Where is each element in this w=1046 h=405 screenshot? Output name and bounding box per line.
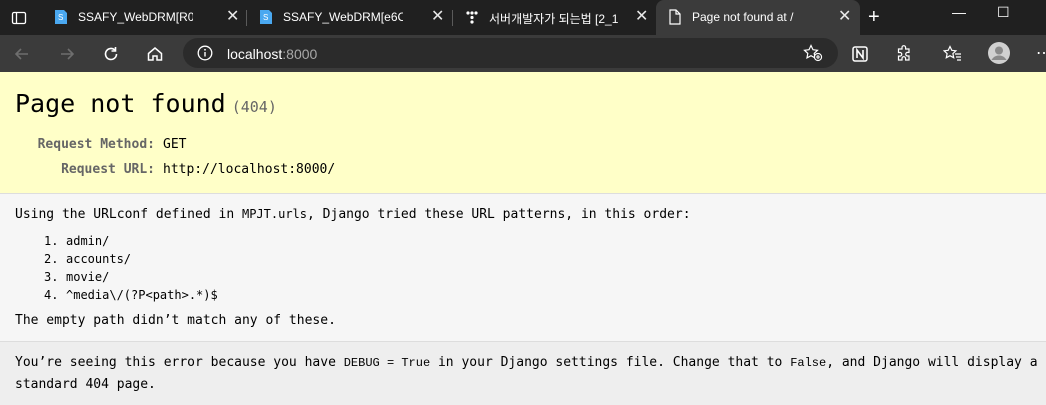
page-title: Page not found (404) bbox=[15, 89, 277, 118]
minimize-icon[interactable]: — bbox=[952, 4, 966, 20]
list-item: 3. movie/ bbox=[44, 268, 218, 286]
tab-ssafy-r0c[interactable]: S SSAFY_WebDRM[R0C] ✕ bbox=[42, 0, 246, 35]
refresh-icon[interactable] bbox=[99, 42, 123, 66]
notion-extension-icon[interactable] bbox=[849, 43, 871, 65]
svg-text:S: S bbox=[263, 13, 268, 22]
svg-text:S: S bbox=[58, 13, 63, 22]
tab-title: SSAFY_WebDRM[e6C] bbox=[283, 10, 403, 24]
browser-toolbar: localhost:8000 ⋯ bbox=[0, 35, 1046, 72]
close-tab-icon[interactable]: ✕ bbox=[226, 8, 239, 26]
list-item: 1. admin/ bbox=[44, 232, 218, 250]
extensions-icon[interactable] bbox=[893, 43, 915, 65]
pattern-text: accounts/ bbox=[66, 252, 132, 266]
ssafy-favicon-icon: S bbox=[259, 9, 273, 25]
explanation-text: You’re seeing this error because you hav… bbox=[15, 352, 1043, 395]
close-tab-icon[interactable]: ✕ bbox=[838, 8, 851, 26]
no-match-message: The empty path didn’t match any of these… bbox=[15, 313, 336, 328]
maximize-icon[interactable]: ☐ bbox=[997, 4, 1010, 21]
list-item: 4. ^media\/(?P<path>.*)$ bbox=[44, 286, 218, 304]
pattern-number: 1. bbox=[44, 234, 59, 248]
address-bar[interactable]: localhost:8000 bbox=[183, 38, 838, 68]
page-content: Page not found (404) Request Method: GET R… bbox=[0, 72, 1046, 405]
pattern-number: 3. bbox=[44, 270, 59, 284]
urlconf-module: MPJT.urls bbox=[241, 207, 308, 221]
address-url[interactable]: localhost:8000 bbox=[227, 46, 317, 62]
debug-setting-code: DEBUG = True bbox=[343, 356, 431, 370]
pattern-text: ^media\/(?P<path>.*)$ bbox=[66, 288, 218, 302]
urlconf-prefix: Using the URLconf defined in bbox=[15, 207, 242, 222]
page-icon bbox=[668, 9, 682, 25]
tab-strip: S SSAFY_WebDRM[R0C] ✕ S SSAFY_WebDRM[e6C… bbox=[0, 0, 1046, 35]
tab-server-developer[interactable]: 서버개발자가 되는법 [2_1 ✕ bbox=[453, 0, 655, 35]
pattern-text: movie/ bbox=[66, 270, 110, 284]
info-icon[interactable] bbox=[197, 45, 213, 66]
explanation-part1: You’re seeing this error because you hav… bbox=[15, 355, 344, 370]
request-method-label: Request Method: bbox=[37, 137, 155, 152]
url-port: :8000 bbox=[282, 46, 318, 62]
tab-title: Page not found at / bbox=[692, 10, 794, 24]
explanation-part2: in your Django settings file. Change tha… bbox=[430, 355, 791, 370]
tab-ssafy-e6c[interactable]: S SSAFY_WebDRM[e6C] ✕ bbox=[247, 0, 451, 35]
debug-explanation: You’re seeing this error because you hav… bbox=[0, 342, 1046, 405]
tistory-favicon-icon bbox=[465, 9, 479, 25]
tab-page-not-found[interactable]: Page not found at / ✕ bbox=[656, 0, 860, 35]
ssafy-favicon-icon: S bbox=[54, 9, 68, 25]
request-method-value: GET bbox=[163, 137, 187, 152]
urlconf-description: Using the URLconf defined in MPJT.urls, … bbox=[15, 207, 691, 222]
more-menu-icon[interactable]: ⋯ bbox=[1036, 43, 1046, 63]
pattern-number: 2. bbox=[44, 252, 59, 266]
tab-actions-icon[interactable] bbox=[8, 7, 30, 29]
favorites-icon[interactable] bbox=[942, 43, 964, 65]
list-item: 2. accounts/ bbox=[44, 250, 218, 268]
request-url-label: Request URL: bbox=[61, 162, 155, 177]
request-method-row: Request Method: GET bbox=[0, 137, 187, 152]
home-icon[interactable] bbox=[143, 42, 167, 66]
request-url-value: http://localhost:8000/ bbox=[163, 162, 336, 177]
pattern-text: admin/ bbox=[66, 234, 110, 248]
new-tab-icon[interactable]: + bbox=[868, 6, 880, 28]
profile-avatar-icon[interactable] bbox=[987, 41, 1011, 65]
add-favorite-icon[interactable] bbox=[803, 44, 823, 67]
request-url-row: Request URL: http://localhost:8000/ bbox=[0, 162, 335, 177]
title-text: Page not found bbox=[15, 89, 226, 118]
forward-icon[interactable] bbox=[55, 42, 79, 66]
tab-title: 서버개발자가 되는법 [2_1 bbox=[489, 12, 619, 26]
false-value-code: False bbox=[790, 356, 827, 370]
back-icon[interactable] bbox=[10, 42, 34, 66]
close-tab-icon[interactable]: ✕ bbox=[635, 8, 648, 26]
url-host: localhost bbox=[227, 46, 283, 62]
close-tab-icon[interactable]: ✕ bbox=[431, 8, 444, 26]
status-code: (404) bbox=[231, 98, 277, 116]
urlconf-suffix: , Django tried these URL patterns, in th… bbox=[307, 207, 691, 222]
urlconf-info: Using the URLconf defined in MPJT.urls, … bbox=[0, 194, 1046, 342]
url-pattern-list: 1. admin/ 2. accounts/ 3. movie/ 4. ^media\/… bbox=[44, 232, 218, 304]
error-summary: Page not found (404) Request Method: GET R… bbox=[0, 72, 1046, 194]
tab-title: SSAFY_WebDRM[R0C] bbox=[78, 10, 193, 24]
pattern-number: 4. bbox=[44, 288, 59, 302]
